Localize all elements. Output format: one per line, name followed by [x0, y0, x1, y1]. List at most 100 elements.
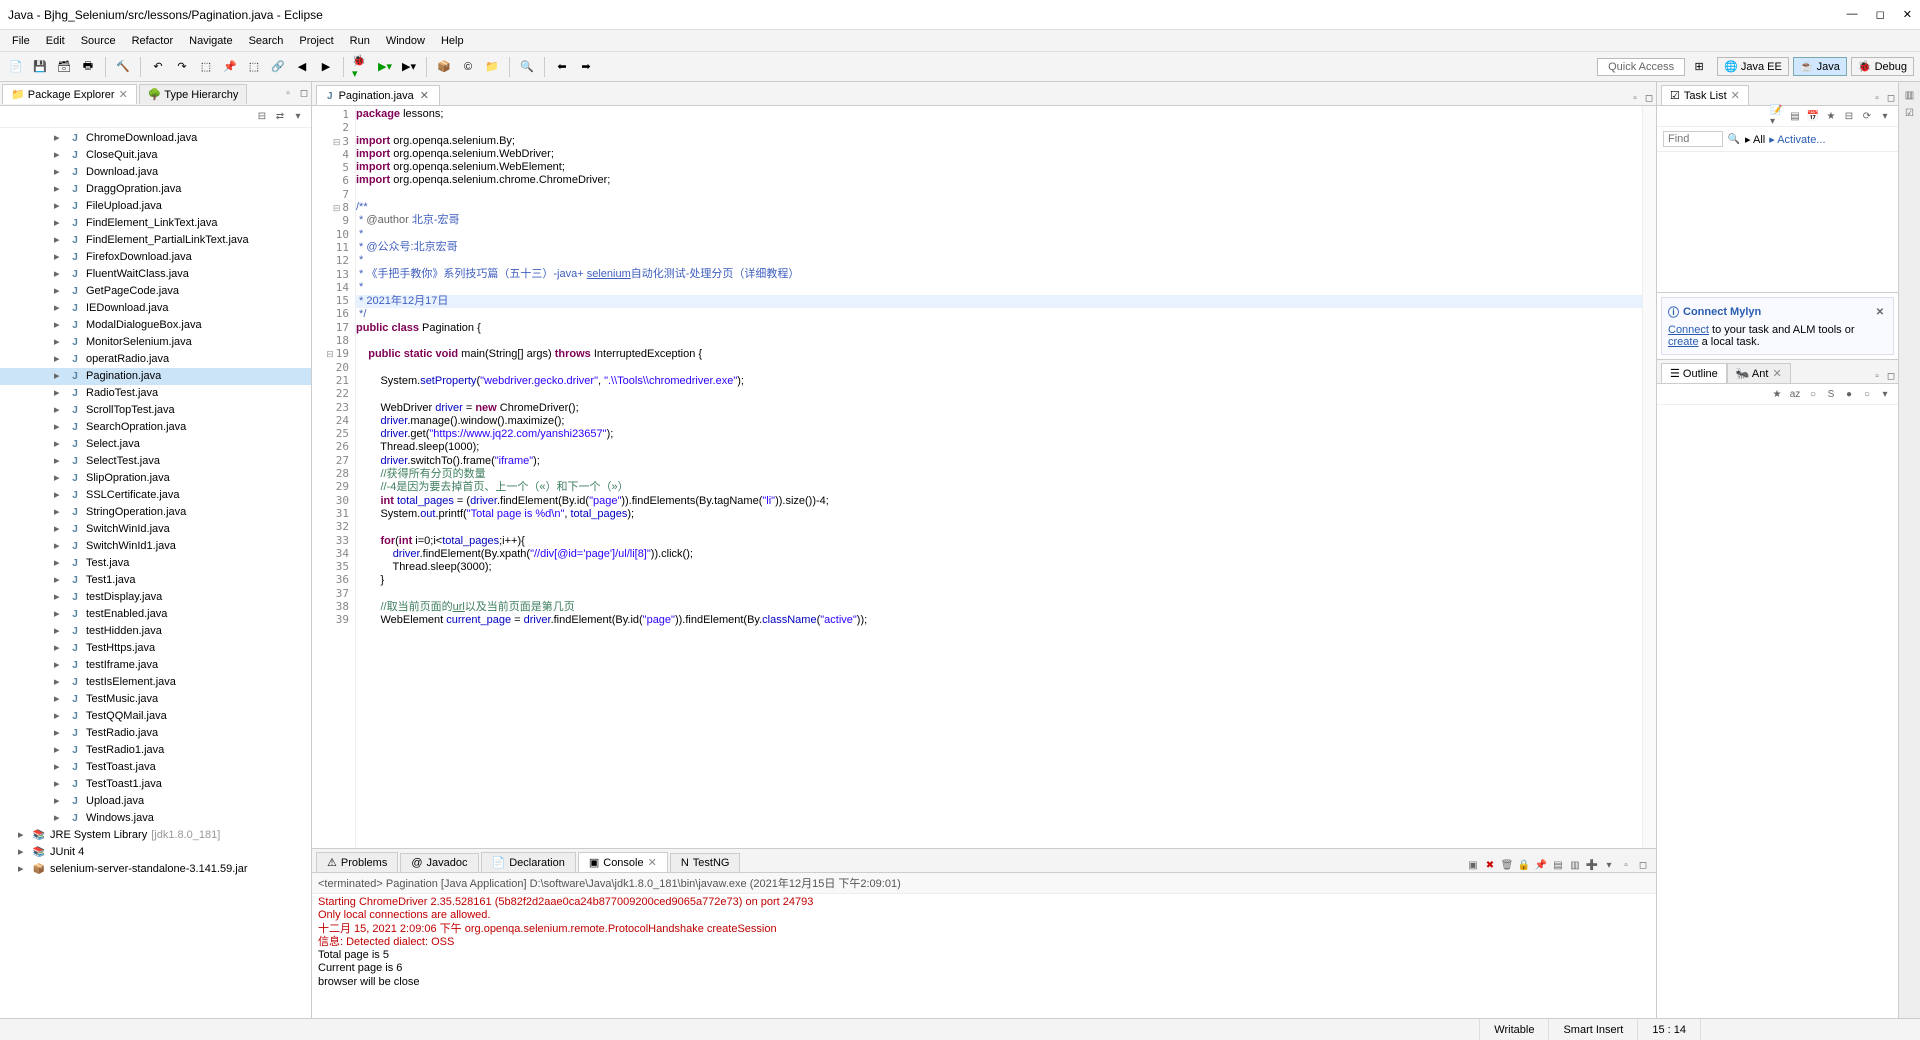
- close-tab-icon[interactable]: ✕: [420, 89, 429, 102]
- tree-root[interactable]: ▸JUnit 4: [0, 844, 311, 861]
- line-gutter[interactable]: 12⊟34567⊟89101112131415161718⊟1920212223…: [312, 106, 356, 848]
- tree-file[interactable]: ▸TestRadio1.java: [0, 742, 311, 759]
- tree-file[interactable]: ▸operatRadio.java: [0, 351, 311, 368]
- menu-refactor[interactable]: Refactor: [124, 32, 182, 50]
- perspective-debug[interactable]: 🐞 Debug: [1851, 57, 1914, 76]
- task-menu-icon[interactable]: ▾: [1878, 109, 1892, 123]
- tree-file[interactable]: ▸testIframe.java: [0, 657, 311, 674]
- task-minimize-icon[interactable]: ▫: [1870, 91, 1884, 105]
- tree-file[interactable]: ▸Test.java: [0, 555, 311, 572]
- tree-file[interactable]: ▸GetPageCode.java: [0, 283, 311, 300]
- view-tab-package-explorer[interactable]: 📁 Package Explorer ✕: [2, 84, 137, 104]
- tree-file[interactable]: ▸Pagination.java: [0, 368, 311, 385]
- tree-file[interactable]: ▸FindElement_PartialLinkText.java: [0, 232, 311, 249]
- all-filter-label[interactable]: ▸ All: [1745, 133, 1765, 146]
- tree-file[interactable]: ▸FirefoxDownload.java: [0, 249, 311, 266]
- outline-hide-nonpublic-icon[interactable]: ●: [1842, 387, 1856, 401]
- activate-link[interactable]: ▸ Activate...: [1769, 133, 1825, 146]
- bottom-maximize-icon[interactable]: ◻: [1636, 858, 1650, 872]
- coverage-button[interactable]: ▶▾: [399, 57, 419, 77]
- link-editor-icon[interactable]: ⇄: [273, 110, 287, 124]
- menu-search[interactable]: Search: [241, 32, 292, 50]
- outline-focus-icon[interactable]: ★: [1770, 387, 1784, 401]
- tree-root[interactable]: ▸JRE System Library [jdk1.8.0_181]: [0, 827, 311, 844]
- new-button[interactable]: 📄: [6, 57, 26, 77]
- tree-file[interactable]: ▸Test1.java: [0, 572, 311, 589]
- back-nav-button[interactable]: ⬅: [552, 57, 572, 77]
- tree-file[interactable]: ▸Upload.java: [0, 793, 311, 810]
- search-icon[interactable]: 🔍: [1727, 132, 1741, 146]
- new-folder-button[interactable]: 📁: [482, 57, 502, 77]
- console-scroll-lock-icon[interactable]: 🔒: [1517, 858, 1531, 872]
- create-link[interactable]: create: [1668, 336, 1699, 348]
- connect-link[interactable]: Connect: [1668, 324, 1709, 336]
- editor-tab-pagination[interactable]: Pagination.java ✕: [316, 85, 440, 105]
- debug-button[interactable]: 🐞▾: [351, 57, 371, 77]
- outline-hide-static-icon[interactable]: S: [1824, 387, 1838, 401]
- tree-file[interactable]: ▸MonitorSelenium.java: [0, 334, 311, 351]
- outline-maximize-icon[interactable]: ◻: [1884, 369, 1898, 383]
- toggle2-button[interactable]: ⬚: [244, 57, 264, 77]
- tree-file[interactable]: ▸SwitchWinId1.java: [0, 538, 311, 555]
- minimize-view-icon[interactable]: ▫: [281, 87, 295, 101]
- tree-file[interactable]: ▸ModalDialogueBox.java: [0, 317, 311, 334]
- menu-source[interactable]: Source: [73, 32, 124, 50]
- close-mylyn-icon[interactable]: ✕: [1873, 305, 1887, 319]
- bottom-tab-problems[interactable]: ⚠Problems: [316, 852, 398, 872]
- task-maximize-icon[interactable]: ◻: [1884, 91, 1898, 105]
- tree-file[interactable]: ▸testHidden.java: [0, 623, 311, 640]
- tree-file[interactable]: ▸TestRadio.java: [0, 725, 311, 742]
- maximize-button[interactable]: ◻: [1876, 8, 1885, 21]
- toggle-button[interactable]: ⬚: [196, 57, 216, 77]
- tree-file[interactable]: ▸TestMusic.java: [0, 691, 311, 708]
- outline-minimize-icon[interactable]: ▫: [1870, 369, 1884, 383]
- tree-file[interactable]: ▸DraggOpration.java: [0, 181, 311, 198]
- tree-file[interactable]: ▸testIsElement.java: [0, 674, 311, 691]
- console-menu-icon[interactable]: ▾: [1602, 858, 1616, 872]
- task-list-tab[interactable]: ☑ Task List ✕: [1661, 85, 1749, 105]
- next-button[interactable]: ▶: [316, 57, 336, 77]
- tree-file[interactable]: ▸FileUpload.java: [0, 198, 311, 215]
- bottom-minimize-icon[interactable]: ▫: [1619, 858, 1633, 872]
- trim-item1-icon[interactable]: ▥: [1903, 88, 1917, 102]
- tree-file[interactable]: ▸Download.java: [0, 164, 311, 181]
- collapse-all-icon[interactable]: ⊟: [255, 110, 269, 124]
- menu-project[interactable]: Project: [291, 32, 341, 50]
- print-button[interactable]: 🖶: [78, 57, 98, 77]
- prev-button[interactable]: ◀: [292, 57, 312, 77]
- view-tab-type-hierarchy[interactable]: 🌳 Type Hierarchy: [139, 84, 248, 104]
- tree-file[interactable]: ▸ScrollTopTest.java: [0, 402, 311, 419]
- tree-file[interactable]: ▸FluentWaitClass.java: [0, 266, 311, 283]
- quick-access-field[interactable]: Quick Access: [1597, 58, 1685, 76]
- menu-file[interactable]: File: [4, 32, 38, 50]
- console-remove-icon[interactable]: ▣: [1466, 858, 1480, 872]
- undo-button[interactable]: ↶: [148, 57, 168, 77]
- new-class-button[interactable]: ©: [458, 57, 478, 77]
- perspective-java-ee[interactable]: 🌐 Java EE: [1717, 57, 1789, 76]
- task-sync-icon[interactable]: ⟳: [1860, 109, 1874, 123]
- tree-file[interactable]: ▸CloseQuit.java: [0, 147, 311, 164]
- bottom-tab-javadoc[interactable]: @Javadoc: [400, 853, 478, 872]
- outline-tab-ant[interactable]: 🐜 Ant ✕: [1727, 363, 1791, 383]
- outline-sort-icon[interactable]: az: [1788, 387, 1802, 401]
- menu-window[interactable]: Window: [378, 32, 433, 50]
- view-menu-icon[interactable]: ▾: [291, 110, 305, 124]
- tree-file[interactable]: ▸TestToast.java: [0, 759, 311, 776]
- bottom-tab-declaration[interactable]: 📄Declaration: [481, 852, 576, 872]
- menu-run[interactable]: Run: [342, 32, 378, 50]
- tree-file[interactable]: ▸SlipOpration.java: [0, 470, 311, 487]
- outline-menu-icon[interactable]: ▾: [1878, 387, 1892, 401]
- tree-file[interactable]: ▸TestHttps.java: [0, 640, 311, 657]
- code-editor[interactable]: package lessons; import org.openqa.selen…: [356, 106, 1642, 848]
- tree-file[interactable]: ▸Select.java: [0, 436, 311, 453]
- console-display-icon[interactable]: ▤: [1551, 858, 1565, 872]
- tree-file[interactable]: ▸RadioTest.java: [0, 385, 311, 402]
- menu-navigate[interactable]: Navigate: [181, 32, 240, 50]
- pin-button[interactable]: 📌: [220, 57, 240, 77]
- task-find-input[interactable]: [1663, 131, 1723, 147]
- console-remove-all-icon[interactable]: ✖: [1483, 858, 1497, 872]
- new-package-button[interactable]: 📦: [434, 57, 454, 77]
- close-icon[interactable]: ✕: [1731, 89, 1740, 102]
- task-focus-icon[interactable]: ★: [1824, 109, 1838, 123]
- outline-hide-fields-icon[interactable]: ○: [1806, 387, 1820, 401]
